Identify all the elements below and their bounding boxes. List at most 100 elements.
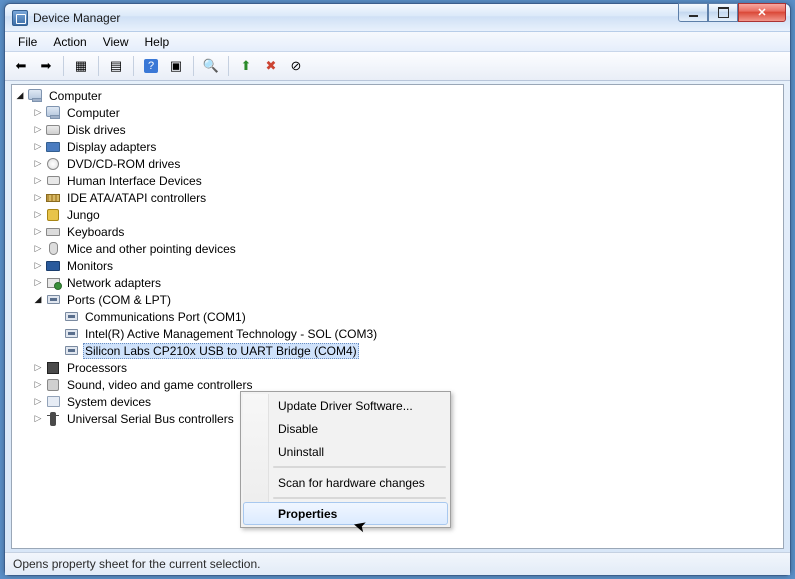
tree-label: Display adapters <box>65 140 158 154</box>
tree-label: Monitors <box>65 259 115 273</box>
tree-item-jungo[interactable]: ▷Jungo <box>30 206 783 223</box>
disclosure-closed-icon[interactable]: ▷ <box>32 158 44 170</box>
toolbar-help[interactable]: ? <box>140 55 162 77</box>
context-menu-separator <box>273 497 446 499</box>
port-icon <box>63 309 79 325</box>
tree-label: Sound, video and game controllers <box>65 378 254 392</box>
toolbar-back[interactable]: ⬅ <box>10 55 32 77</box>
disclosure-open-icon[interactable]: ◢ <box>32 294 44 306</box>
context-menu-disable[interactable]: Disable <box>243 417 448 440</box>
toolbar-separator <box>133 56 134 76</box>
context-menu-item-label: Uninstall <box>278 445 324 459</box>
toolbar-separator <box>228 56 229 76</box>
computer-icon <box>45 105 61 121</box>
tree-label: System devices <box>65 395 153 409</box>
context-menu-separator <box>273 466 446 468</box>
computer-icon <box>27 88 43 104</box>
disclosure-closed-icon[interactable]: ▷ <box>32 107 44 119</box>
sound-icon <box>45 377 61 393</box>
tree-label: DVD/CD-ROM drives <box>65 157 182 171</box>
tree-item-dvd-cd-rom[interactable]: ▷ DVD/CD-ROM drives <box>30 155 783 172</box>
toolbar-uninstall[interactable]: ✖ <box>260 55 282 77</box>
toolbar-properties[interactable]: ▤ <box>105 55 127 77</box>
toolbar-disable[interactable]: ⊘ <box>285 55 307 77</box>
ide-icon <box>45 190 61 206</box>
disclosure-closed-icon[interactable]: ▷ <box>32 260 44 272</box>
tree-item-network[interactable]: ▷ Network adapters <box>30 274 783 291</box>
tree-item-computer[interactable]: ▷Computer <box>30 104 783 121</box>
toolbar-separator <box>193 56 194 76</box>
disclosure-closed-icon[interactable]: ▷ <box>32 362 44 374</box>
minimize-button[interactable] <box>678 3 708 22</box>
disclosure-closed-icon[interactable]: ▷ <box>32 396 44 408</box>
tree-label: Ports (COM & LPT) <box>65 293 173 307</box>
menu-file[interactable]: File <box>11 33 44 51</box>
tree-label: Network adapters <box>65 276 163 290</box>
toolbar-show-hidden[interactable]: ▦ <box>70 55 92 77</box>
disk-icon <box>45 122 61 138</box>
disclosure-closed-icon[interactable]: ▷ <box>32 209 44 221</box>
disable-icon: ⊘ <box>288 58 304 74</box>
status-text: Opens property sheet for the current sel… <box>13 557 260 571</box>
refresh-icon: ▣ <box>168 58 184 74</box>
disclosure-closed-icon[interactable]: ▷ <box>32 141 44 153</box>
disclosure-closed-icon[interactable]: ▷ <box>32 192 44 204</box>
tree-item-keyboards[interactable]: ▷Keyboards <box>30 223 783 240</box>
tree-item-ide[interactable]: ▷IDE ATA/ATAPI controllers <box>30 189 783 206</box>
properties-icon: ▤ <box>108 58 124 74</box>
disclosure-closed-icon[interactable]: ▷ <box>32 379 44 391</box>
statusbar: Opens property sheet for the current sel… <box>5 552 790 575</box>
toolbar-forward[interactable]: ➡ <box>35 55 57 77</box>
context-menu-item-label: Update Driver Software... <box>278 399 413 413</box>
display-icon <box>45 139 61 155</box>
tree-item-port-com4[interactable]: ▷Silicon Labs CP210x USB to UART Bridge … <box>48 342 783 359</box>
context-menu-item-label: Disable <box>278 422 318 436</box>
toolbar-update-driver[interactable]: ⬆ <box>235 55 257 77</box>
tree-item-port-com1[interactable]: ▷Communications Port (COM1) <box>48 308 783 325</box>
disclosure-closed-icon[interactable]: ▷ <box>32 175 44 187</box>
toolbar-scan[interactable]: 🔍 <box>200 55 222 77</box>
disclosure-closed-icon[interactable]: ▷ <box>32 277 44 289</box>
toolbar-separator <box>98 56 99 76</box>
tree-item-processors[interactable]: ▷Processors <box>30 359 783 376</box>
disclosure-closed-icon[interactable]: ▷ <box>32 243 44 255</box>
tree-label-selected: Silicon Labs CP210x USB to UART Bridge (… <box>83 343 359 359</box>
tree-item-hid[interactable]: ▷ Human Interface Devices <box>30 172 783 189</box>
context-menu-update-driver[interactable]: Update Driver Software... <box>243 394 448 417</box>
menu-help[interactable]: Help <box>138 33 177 51</box>
tree-item-monitors[interactable]: ▷ Monitors <box>30 257 783 274</box>
update-driver-icon: ⬆ <box>238 58 254 74</box>
uninstall-icon: ✖ <box>263 58 279 74</box>
disclosure-closed-icon[interactable]: ▷ <box>32 413 44 425</box>
titlebar[interactable]: Device Manager <box>5 4 790 32</box>
system-icon <box>45 394 61 410</box>
help-icon: ? <box>144 59 158 73</box>
scan-icon: 🔍 <box>203 58 219 74</box>
tree-label: Human Interface Devices <box>65 174 204 188</box>
tree-item-mice[interactable]: ▷Mice and other pointing devices <box>30 240 783 257</box>
context-menu-uninstall[interactable]: Uninstall <box>243 440 448 463</box>
tree-item-ports[interactable]: ◢ Ports (COM & LPT) ▷Communications Port … <box>30 291 783 359</box>
tree-label: Universal Serial Bus controllers <box>65 412 236 426</box>
maximize-button[interactable] <box>708 3 738 22</box>
tree-root[interactable]: ◢ Computer ▷Computer ▷Disk drives ▷Displ… <box>12 87 783 427</box>
disclosure-closed-icon[interactable]: ▷ <box>32 226 44 238</box>
tree-label: Disk drives <box>65 123 128 137</box>
network-icon <box>45 275 61 291</box>
toolbar-separator <box>63 56 64 76</box>
hid-icon <box>45 173 61 189</box>
context-menu: Update Driver Software... Disable Uninst… <box>240 391 451 528</box>
disclosure-open-icon[interactable]: ◢ <box>14 90 26 102</box>
menu-action[interactable]: Action <box>46 33 93 51</box>
close-button[interactable] <box>738 3 786 22</box>
tree-item-port-com3[interactable]: ▷Intel(R) Active Management Technology -… <box>48 325 783 342</box>
tree-item-display-adapters[interactable]: ▷ Display adapters <box>30 138 783 155</box>
cpu-icon <box>45 360 61 376</box>
toolbar-refresh[interactable]: ▣ <box>165 55 187 77</box>
tree-item-disk-drives[interactable]: ▷ Disk drives <box>30 121 783 138</box>
menu-view[interactable]: View <box>96 33 136 51</box>
context-menu-scan[interactable]: Scan for hardware changes <box>243 471 448 494</box>
show-hidden-icon: ▦ <box>73 58 89 74</box>
disclosure-closed-icon[interactable]: ▷ <box>32 124 44 136</box>
context-menu-properties[interactable]: Properties <box>243 502 448 525</box>
